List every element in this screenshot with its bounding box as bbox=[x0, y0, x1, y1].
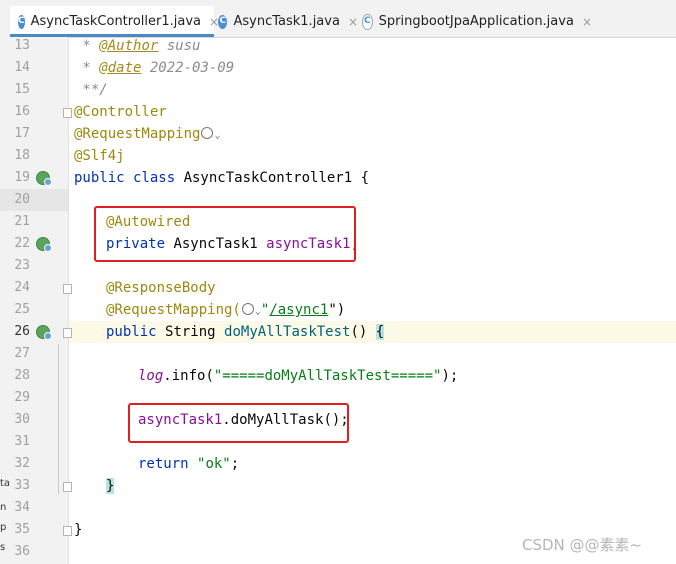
side-panel-text: s bbox=[0, 542, 6, 553]
highlight-box-autowired bbox=[94, 206, 356, 262]
line-number: 17 bbox=[14, 126, 30, 141]
tab-label: AsyncTaskController1.java bbox=[30, 14, 201, 29]
code-line[interactable]: @Slf4j bbox=[74, 145, 125, 167]
url-link[interactable]: /async1 bbox=[269, 302, 328, 318]
punctuation-text: ; bbox=[230, 456, 240, 472]
highlight-box-method-call bbox=[128, 403, 349, 443]
watermark: CSDN @@素素~ bbox=[522, 536, 643, 554]
line-number: 31 bbox=[14, 434, 30, 449]
annotation-text: @RequestMapping bbox=[74, 126, 201, 142]
comment-text: 2022-03-09 bbox=[141, 60, 235, 76]
punctuation-text: .info( bbox=[163, 368, 214, 384]
string-text: "ok" bbox=[197, 456, 231, 472]
punctuation-text: ") bbox=[328, 302, 346, 318]
side-panel-text: p bbox=[0, 522, 7, 533]
comment-text: susu bbox=[158, 38, 201, 54]
class-icon: C bbox=[218, 14, 228, 29]
chevron-down-icon[interactable]: ⌄ bbox=[214, 130, 220, 141]
fold-marker-icon[interactable] bbox=[63, 284, 72, 294]
matched-brace: { bbox=[375, 324, 385, 340]
line-number: 27 bbox=[14, 346, 30, 361]
comment-text: * bbox=[74, 60, 100, 76]
line-number: 29 bbox=[14, 390, 30, 405]
close-icon[interactable]: × bbox=[348, 15, 358, 29]
line-number: 26 bbox=[14, 324, 30, 339]
scope-guide-line bbox=[58, 344, 59, 494]
editor-tab-bar: C AsyncTaskController1.java × C AsyncTas… bbox=[0, 6, 676, 38]
line-number: 13 bbox=[14, 38, 30, 53]
line-number: 32 bbox=[14, 456, 30, 471]
line-number: 15 bbox=[14, 82, 30, 97]
line-number: 21 bbox=[14, 214, 30, 229]
code-line[interactable]: @RequestMapping ⌄ bbox=[74, 123, 220, 145]
close-icon[interactable]: × bbox=[582, 15, 592, 29]
line-number: 14 bbox=[14, 60, 30, 75]
string-text: "=====doMyAllTaskTest=====" bbox=[213, 368, 442, 384]
code-line[interactable]: @RequestMapping(⌄"/async1") bbox=[106, 299, 345, 321]
fold-marker-icon[interactable] bbox=[63, 328, 72, 338]
line-number: 16 bbox=[14, 104, 30, 119]
type-text: String bbox=[165, 324, 225, 340]
line-number: 20 bbox=[14, 192, 30, 207]
tab-asynctask1[interactable]: C AsyncTask1.java × bbox=[218, 6, 358, 37]
line-number: 19 bbox=[14, 170, 30, 185]
globe-icon[interactable] bbox=[241, 303, 254, 315]
keyword-text: public bbox=[106, 324, 166, 340]
code-line[interactable]: public class AsyncTaskController1 { bbox=[74, 167, 369, 189]
code-line[interactable]: log.info("=====doMyAllTaskTest====="); bbox=[138, 365, 458, 387]
line-number: 30 bbox=[14, 412, 30, 427]
matched-brace: } bbox=[106, 478, 115, 494]
code-line[interactable]: * @Author susu bbox=[74, 35, 200, 57]
punctuation-text: () bbox=[350, 324, 376, 340]
tab-springbootjpaapplication[interactable]: C SpringbootJpaApplication.java × bbox=[362, 6, 592, 37]
side-panel-text: n bbox=[0, 502, 7, 513]
code-line[interactable]: } bbox=[106, 475, 115, 497]
line-number: 22 bbox=[14, 236, 30, 251]
javadoc-tag: @Author bbox=[99, 38, 159, 54]
code-line[interactable]: @Controller bbox=[74, 101, 167, 123]
request-mapping-icon[interactable] bbox=[36, 325, 52, 340]
javadoc-tag: @date bbox=[99, 60, 142, 76]
punctuation-text: ); bbox=[441, 368, 459, 384]
line-number: 23 bbox=[14, 258, 30, 273]
code-line[interactable]: * @date 2022-03-09 bbox=[74, 57, 234, 79]
fold-marker-icon[interactable] bbox=[63, 526, 72, 536]
globe-icon[interactable] bbox=[201, 127, 214, 139]
line-number: 18 bbox=[14, 148, 30, 163]
side-panel-text: ta bbox=[0, 478, 11, 489]
code-line[interactable]: **/ bbox=[74, 79, 107, 101]
tab-label: AsyncTask1.java bbox=[233, 14, 340, 29]
spring-bean-icon[interactable] bbox=[36, 171, 52, 186]
field-text: log bbox=[138, 368, 164, 384]
spring-class-icon: C bbox=[362, 13, 373, 30]
method-name-text: doMyAllTaskTest bbox=[224, 324, 351, 340]
class-icon: C bbox=[18, 14, 25, 29]
keyword-text: return bbox=[138, 456, 198, 472]
comment-text: * bbox=[74, 38, 100, 54]
tab-asynctaskcontroller1[interactable]: C AsyncTaskController1.java × bbox=[10, 6, 219, 37]
keyword-text: public class bbox=[74, 170, 184, 186]
annotation-text: @RequestMapping( bbox=[106, 302, 241, 318]
tab-label: SpringbootJpaApplication.java bbox=[378, 14, 574, 29]
line-number: 25 bbox=[14, 302, 30, 317]
code-line[interactable]: @ResponseBody bbox=[106, 277, 216, 299]
line-number: 24 bbox=[14, 280, 30, 295]
code-line[interactable]: return "ok"; bbox=[138, 453, 239, 475]
fold-marker-icon[interactable] bbox=[63, 108, 72, 118]
fold-marker-icon[interactable] bbox=[63, 482, 72, 492]
code-line[interactable]: } bbox=[74, 519, 82, 541]
code-line[interactable]: public String doMyAllTaskTest() { bbox=[106, 321, 385, 343]
autowired-bean-icon[interactable] bbox=[36, 237, 52, 252]
line-number: 28 bbox=[14, 368, 30, 383]
class-name-text: AsyncTaskController1 { bbox=[183, 170, 370, 186]
